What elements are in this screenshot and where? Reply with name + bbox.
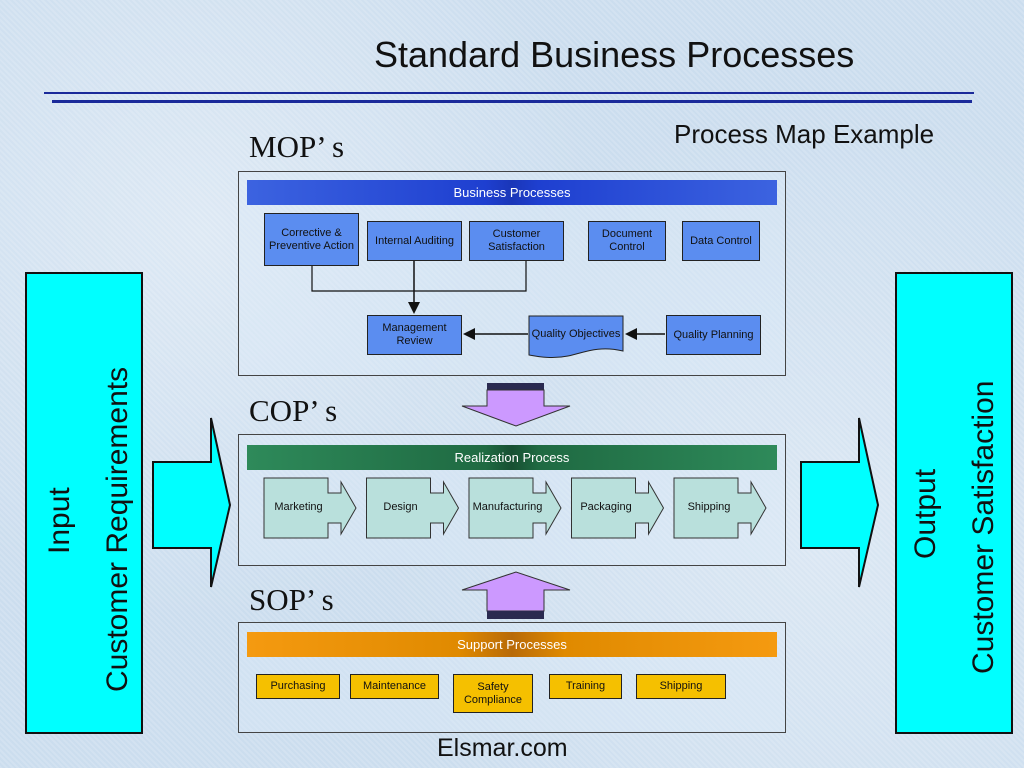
sop-label: SOP’ s (249, 582, 334, 617)
process-box: Document Control (588, 221, 666, 261)
customer-requirements-label: Customer Requirements (101, 366, 134, 692)
process-box: Customer Satisfaction (469, 221, 564, 261)
support-processes-band: Support Processes (247, 632, 777, 657)
process-box: Corrective & Preventive Action (264, 213, 359, 266)
support-box: Shipping (636, 674, 726, 699)
support-box: Purchasing (256, 674, 340, 699)
input-label: Input (43, 487, 76, 554)
support-box: Safety Compliance (453, 674, 533, 713)
input-block: Input Customer Requirements (25, 272, 143, 734)
cop-step-label: Marketing (274, 501, 323, 513)
process-box: Quality Planning (666, 315, 761, 355)
mop-label: MOP’ s (249, 129, 345, 164)
cop-step-label: Design (383, 501, 418, 513)
cop-label: COP’ s (249, 393, 338, 428)
support-box: Maintenance (350, 674, 439, 699)
input-arrow-icon (152, 417, 232, 588)
customer-satisfaction-label: Customer Satisfaction (967, 380, 1000, 674)
footer-source: Elsmar.com (437, 734, 568, 762)
up-arrow-icon (461, 571, 571, 619)
output-label: Output (909, 468, 942, 559)
support-box: Training (549, 674, 622, 699)
cop-step-label: Packaging (580, 501, 632, 513)
page-title: Standard Business Processes (374, 34, 855, 75)
output-arrow-icon (800, 417, 880, 588)
process-box: Management Review (367, 315, 462, 355)
realization-process-band: Realization Process (247, 445, 777, 470)
process-box: Internal Auditing (367, 221, 462, 261)
output-block: Output Customer Satisfaction (895, 272, 1013, 734)
down-arrow-icon (461, 383, 571, 427)
subtitle: Process Map Example (674, 119, 935, 149)
cop-step-label: Shipping (687, 501, 731, 513)
title-rule-top (44, 92, 974, 94)
cop-step-label: Manufacturing (472, 501, 543, 513)
process-box: Data Control (682, 221, 760, 261)
process-box: Quality Objectives (531, 327, 621, 340)
title-rule-bottom (52, 100, 972, 103)
